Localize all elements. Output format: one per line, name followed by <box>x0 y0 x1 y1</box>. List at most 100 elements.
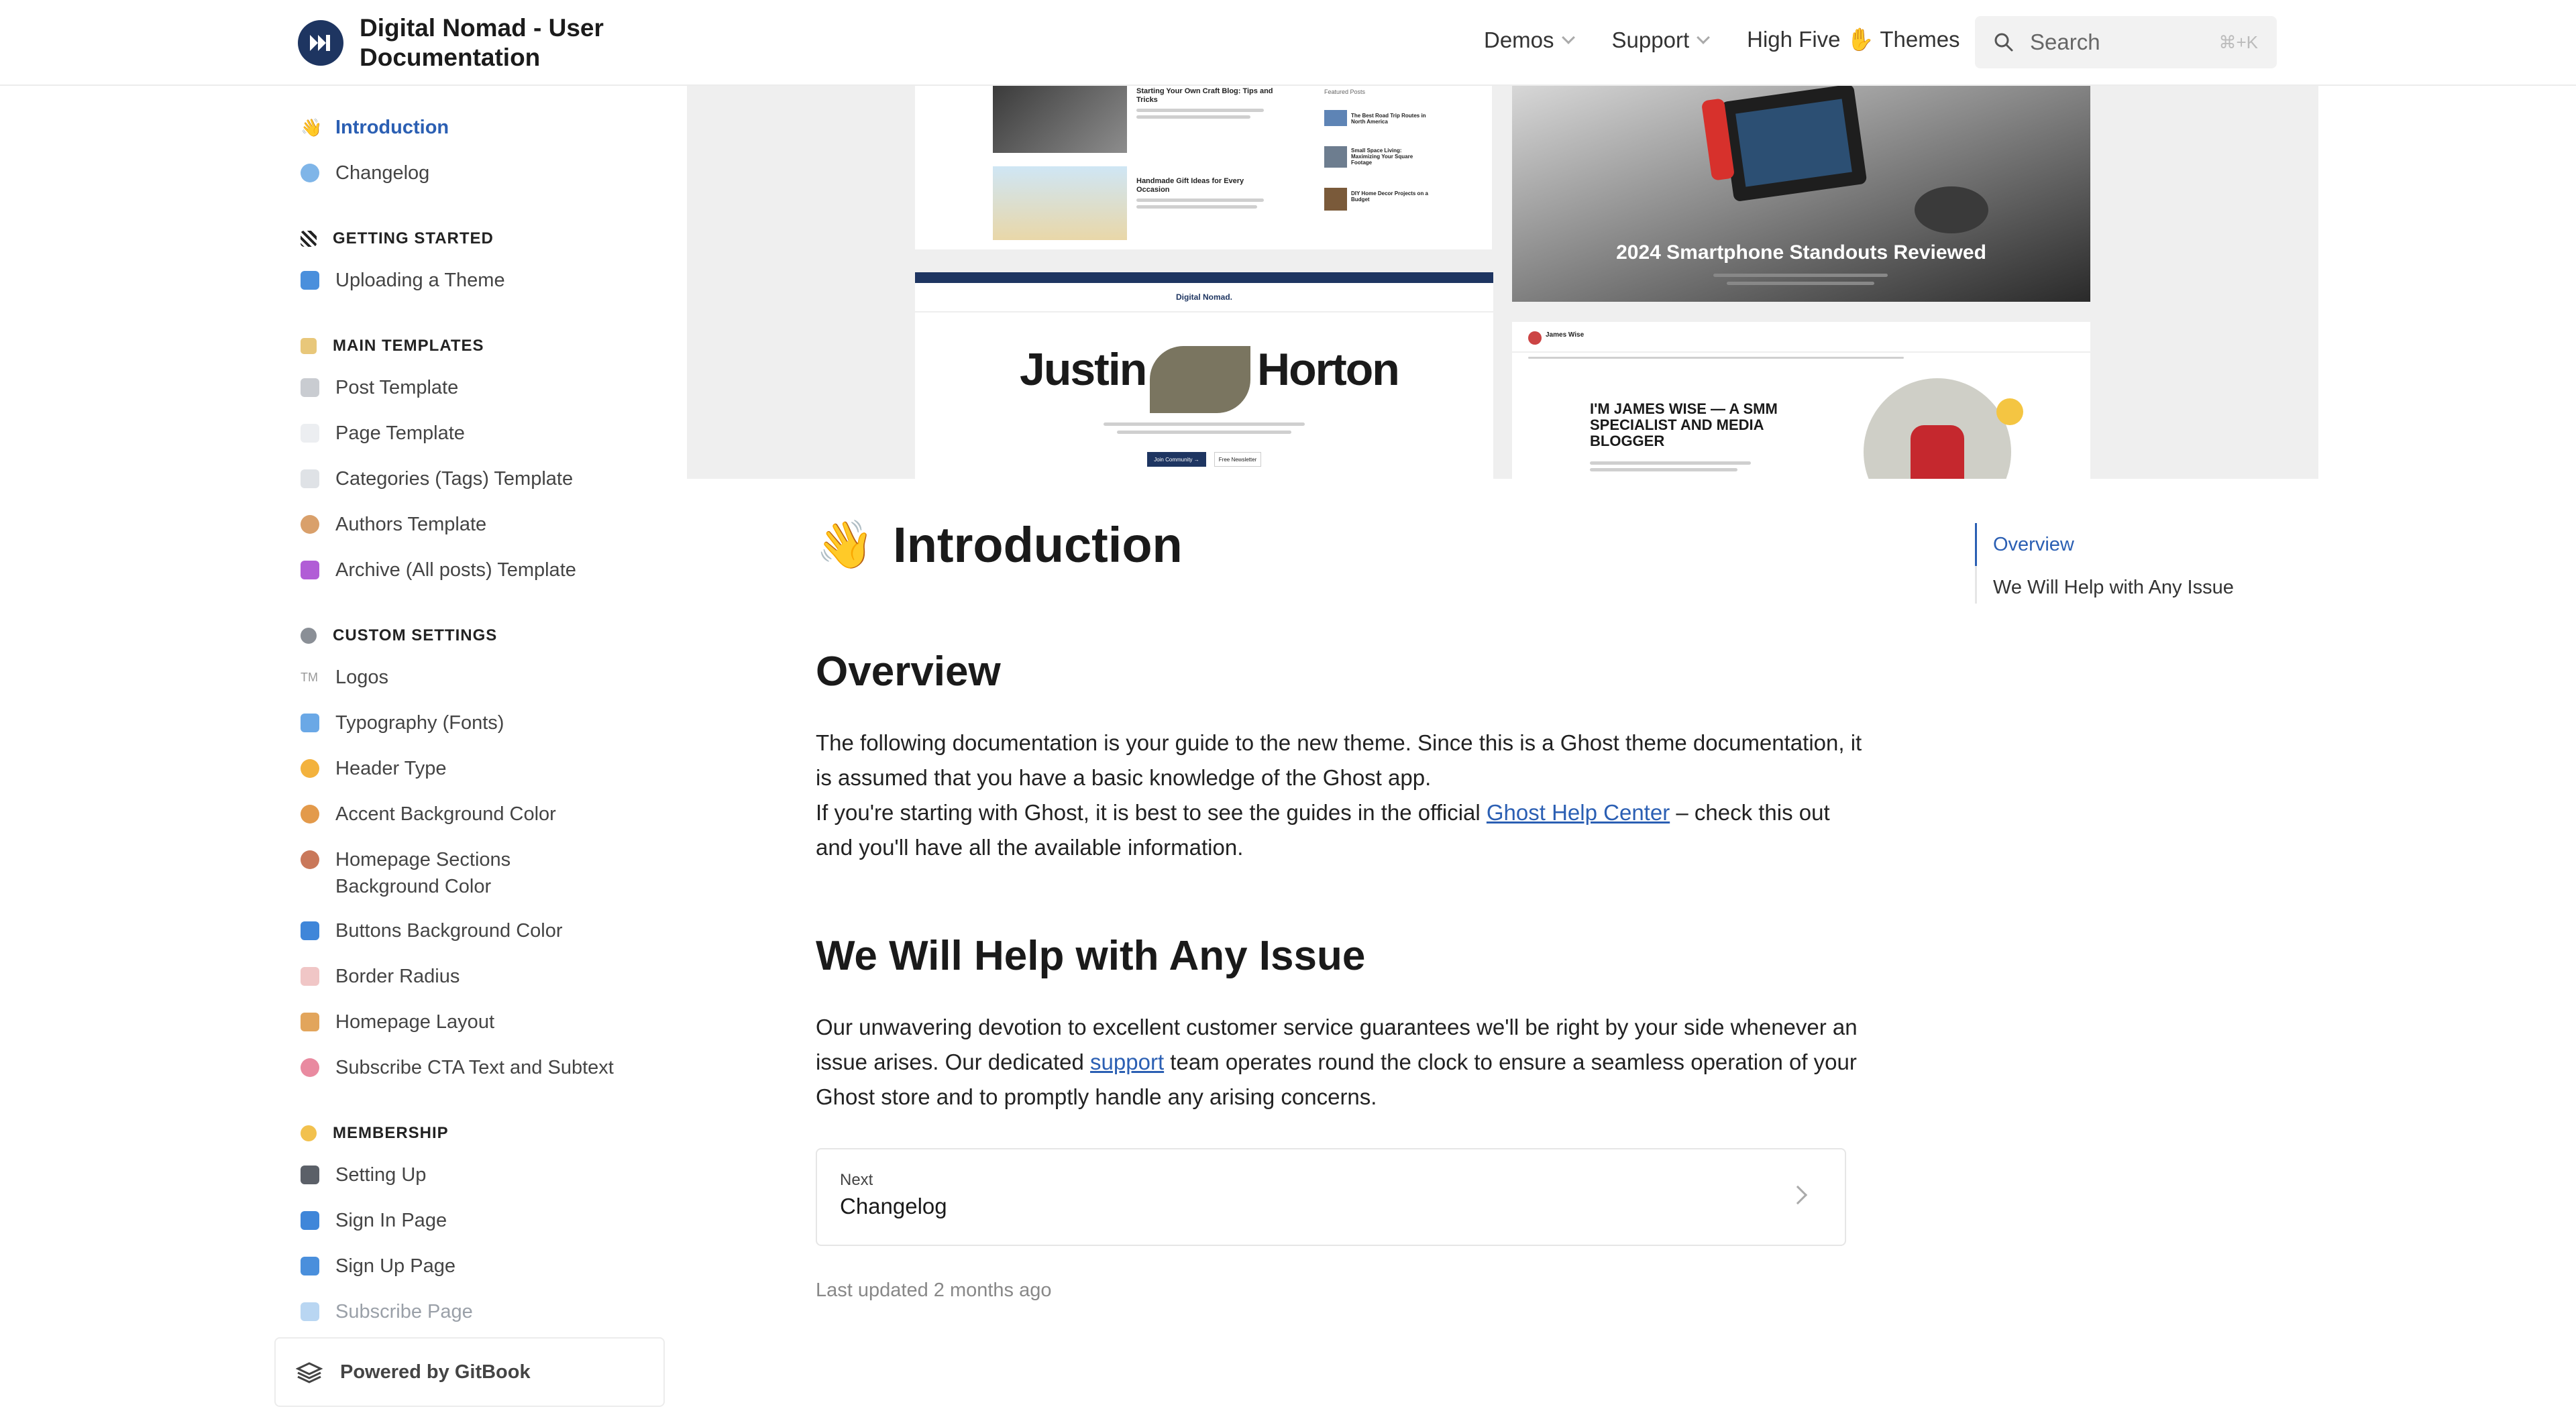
sidebar-item-label: Sign In Page <box>335 1210 447 1231</box>
clapper-icon <box>301 1166 319 1184</box>
sidebar-item-setting-up[interactable]: Setting Up <box>301 1161 426 1188</box>
person-icon <box>301 515 319 534</box>
stopwatch-icon <box>301 759 319 778</box>
flag-icon <box>301 231 317 247</box>
sidebar-item-subscribe-page[interactable]: Subscribe Page <box>301 1298 473 1325</box>
sidebar-item-page-template[interactable]: Page Template <box>301 420 465 447</box>
sidebar-item-post-template[interactable]: Post Template <box>301 374 458 401</box>
featured-post-title: DIY Home Decor Projects on a Budget <box>1351 190 1428 203</box>
laptop-photo <box>993 86 1127 153</box>
search-input[interactable]: Search ⌘+K <box>1975 16 2277 68</box>
next-page-link[interactable]: Next Changelog <box>816 1148 1846 1246</box>
sidebar-item-label: Authors Template <box>335 514 487 535</box>
waving-hand-icon: 👋 <box>816 518 875 571</box>
sidebar-item-archive-template[interactable]: Archive (All posts) Template <box>301 557 576 583</box>
sidebar-item-label: Homepage Sections Background Color <box>335 849 511 897</box>
nav-label: High Five ✋ Themes <box>1747 27 1960 52</box>
search-icon <box>1994 33 2013 52</box>
gear-icon <box>301 628 317 644</box>
sidebar-item-logos[interactable]: TM Logos <box>301 664 388 691</box>
hero-newsletter-button: Free Newsletter <box>1214 452 1261 467</box>
gitbook-label: Powered by GitBook <box>340 1361 531 1383</box>
support-link[interactable]: support <box>1090 1049 1164 1074</box>
hero-headline: I'M JAMES WISE — A SMM SPECIALIST AND ME… <box>1590 400 1778 449</box>
hero-headline: 2024 Smartphone Standouts Reviewed <box>1616 241 1986 264</box>
nav-label: Support <box>1611 27 1690 52</box>
waving-hand-icon: 👋 <box>301 117 323 137</box>
download-icon <box>301 271 319 290</box>
list-icon <box>301 469 319 488</box>
search-placeholder: Search <box>2030 30 2100 54</box>
sidebar-item-introduction[interactable]: 👋 Introduction <box>301 114 449 141</box>
sidebar-item-sign-in-page[interactable]: Sign In Page <box>301 1207 447 1234</box>
toc-item-overview[interactable]: Overview <box>1993 523 2074 566</box>
sidebar-item-label: Sign Up Page <box>335 1255 455 1277</box>
overview-text: If you're starting with Ghost, it is bes… <box>816 800 1487 825</box>
top-header: Digital Nomad - User Documentation Demos… <box>0 0 2576 86</box>
hero-name-last: Horton <box>1257 344 1400 395</box>
sidebar-item-label: Accent Background Color <box>335 803 556 825</box>
sidebar-item-changelog[interactable]: Changelog <box>301 160 429 186</box>
site-title: Digital Nomad - User Documentation <box>360 14 604 71</box>
gitbook-icon <box>296 1362 323 1383</box>
sidebar-item-label: Uploading a Theme <box>335 270 505 291</box>
sidebar-group-title: CUSTOM SETTINGS <box>333 626 498 644</box>
hero-card-smartphone: 2024 Smartphone Standouts Reviewed <box>1512 86 2090 302</box>
abc-icon <box>301 714 319 732</box>
sidebar-item-accent-background-color[interactable]: Accent Background Color <box>301 801 556 828</box>
featured-post-title: The Best Road Trip Routes in North Ameri… <box>1351 113 1426 125</box>
brand-home-link[interactable]: Digital Nomad - User Documentation <box>298 13 628 72</box>
sidebar-item-label: Setting Up <box>335 1164 427 1186</box>
hero-post-title: Handmade Gift Ideas for Every Occasion <box>1136 177 1244 194</box>
sidebar-item-categories-template[interactable]: Categories (Tags) Template <box>301 465 573 492</box>
featured-post-title: Small Space Living: Maximizing Your Squa… <box>1351 148 1413 166</box>
powered-by-gitbook-link[interactable]: Powered by GitBook <box>274 1337 665 1407</box>
sidebar-item-subscribe-cta[interactable]: Subscribe CTA Text and Subtext <box>301 1054 614 1081</box>
ruler-icon <box>301 967 319 986</box>
hero-author-name: James Wise <box>1546 331 1585 339</box>
hero-card-author-landing: Digital Nomad. Justin Horton Join Commun… <box>915 272 1493 479</box>
sidebar-item-authors-template[interactable]: Authors Template <box>301 511 486 538</box>
nav-demos[interactable]: Demos <box>1484 27 1575 53</box>
help-paragraph: Our unwavering devotion to excellent cus… <box>816 1010 1862 1115</box>
trademark-icon: TM <box>301 671 318 684</box>
last-updated: Last updated 2 months ago <box>816 1280 1052 1301</box>
sidebar-item-label: Post Template <box>335 377 459 398</box>
up-badge-icon <box>301 1257 319 1275</box>
sidebar-item-label: Archive (All posts) Template <box>335 559 576 581</box>
down-arrow-icon <box>301 1211 319 1230</box>
sidebar-item-label: Page Template <box>335 422 465 444</box>
hero-card-blog-list: Starting Your Own Craft Blog: Tips and T… <box>915 86 1492 249</box>
infinity-icon <box>301 561 319 579</box>
sidebar-item-label: Categories (Tags) Template <box>335 468 574 490</box>
sidebar-item-sign-up-page[interactable]: Sign Up Page <box>301 1253 455 1280</box>
changelog-icon <box>301 164 319 182</box>
nav-label: Demos <box>1484 27 1554 52</box>
sidebar-item-label: Homepage Layout <box>335 1011 494 1033</box>
sidebar-group-title: MAIN TEMPLATES <box>333 337 484 355</box>
nav-high-five-themes[interactable]: High Five ✋ Themes <box>1747 27 1960 53</box>
nav-support[interactable]: Support <box>1611 27 1711 53</box>
sidebar-item-border-radius[interactable]: Border Radius <box>301 963 460 990</box>
sidebar-item-typography[interactable]: Typography (Fonts) <box>301 710 504 736</box>
newspaper-icon <box>301 378 319 397</box>
sidebar-item-homepage-sections-background-color[interactable]: Homepage Sections Background Color <box>301 846 582 900</box>
artist-icon <box>301 850 319 869</box>
next-title: Changelog <box>840 1194 947 1218</box>
hero-cover-image: Starting Your Own Craft Blog: Tips and T… <box>687 86 2318 479</box>
heading-overview: Overview <box>816 648 1001 695</box>
sidebar-item-uploading-a-theme[interactable]: Uploading a Theme <box>301 267 505 294</box>
sidebar-group-title: GETTING STARTED <box>333 229 494 247</box>
sidebar-item-homepage-layout[interactable]: Homepage Layout <box>301 1009 494 1035</box>
toc-item-help[interactable]: We Will Help with Any Issue <box>1993 566 2234 609</box>
palette-icon <box>301 805 319 824</box>
ghost-help-center-link[interactable]: Ghost Help Center <box>1487 800 1670 825</box>
sidebar-item-buttons-background-color[interactable]: Buttons Background Color <box>301 917 563 944</box>
brand-logo-icon <box>298 20 343 66</box>
page-title-text: Introduction <box>893 517 1183 573</box>
sidebar-item-label: Introduction <box>335 117 449 138</box>
toc-rail <box>1975 566 1977 604</box>
sidebar-nav: 👋 Introduction Changelog GETTING STARTED… <box>275 86 678 1340</box>
hero-join-button: Join Community → <box>1147 452 1206 467</box>
sidebar-item-header-type[interactable]: Header Type <box>301 755 447 782</box>
